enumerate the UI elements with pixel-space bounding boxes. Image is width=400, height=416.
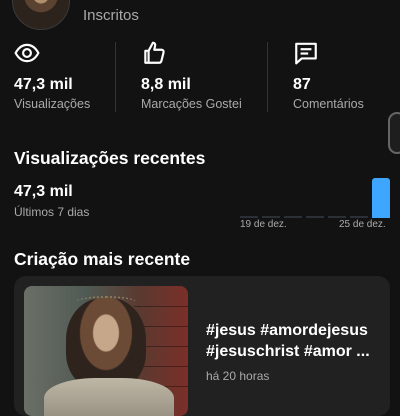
stat-divider xyxy=(115,42,116,112)
chart-end-label: 25 de dez. xyxy=(339,219,386,230)
video-title[interactable]: #jesus #amordejesus #jesuschrist #amor .… xyxy=(206,320,382,362)
chart-bar xyxy=(284,216,302,218)
recent-views-chart[interactable] xyxy=(240,176,390,218)
comment-icon xyxy=(293,40,319,66)
video-title-line-2: #jesuschrist #amor ... xyxy=(206,343,370,360)
recent-views-period: Últimos 7 dias xyxy=(14,205,90,219)
thumbs-up-icon xyxy=(141,40,167,66)
chart-bar xyxy=(372,178,390,218)
video-time: há 20 horas xyxy=(206,369,270,383)
stat-divider xyxy=(267,42,268,112)
subscribers-label: Inscritos xyxy=(83,7,139,24)
eye-icon xyxy=(14,40,40,66)
chart-bar xyxy=(240,216,258,218)
recent-views-value: 47,3 mil xyxy=(14,183,73,200)
stat-views-label: Visualizações xyxy=(14,97,91,111)
scroll-handle[interactable] xyxy=(388,112,400,154)
recent-views-title: Visualizações recentes xyxy=(14,148,206,168)
chart-bar xyxy=(306,216,324,218)
video-thumbnail[interactable] xyxy=(24,286,188,416)
chart-bar xyxy=(262,216,280,218)
chart-bar xyxy=(328,216,346,218)
video-title-line-1: #jesus #amordejesus xyxy=(206,322,368,339)
stat-comments-label: Comentários xyxy=(293,97,364,111)
chart-bar xyxy=(350,216,368,218)
latest-creation-title: Criação mais recente xyxy=(14,249,191,269)
stat-comments-value: 87 xyxy=(293,76,311,93)
stat-views-value: 47,3 mil xyxy=(14,76,73,93)
chart-start-label: 19 de dez. xyxy=(240,219,287,230)
latest-video-card[interactable]: #jesus #amordejesus #jesuschrist #amor .… xyxy=(14,276,390,416)
channel-avatar[interactable] xyxy=(12,0,70,30)
stat-likes-label: Marcações Gostei xyxy=(141,97,242,111)
stat-likes-value: 8,8 mil xyxy=(141,76,191,93)
